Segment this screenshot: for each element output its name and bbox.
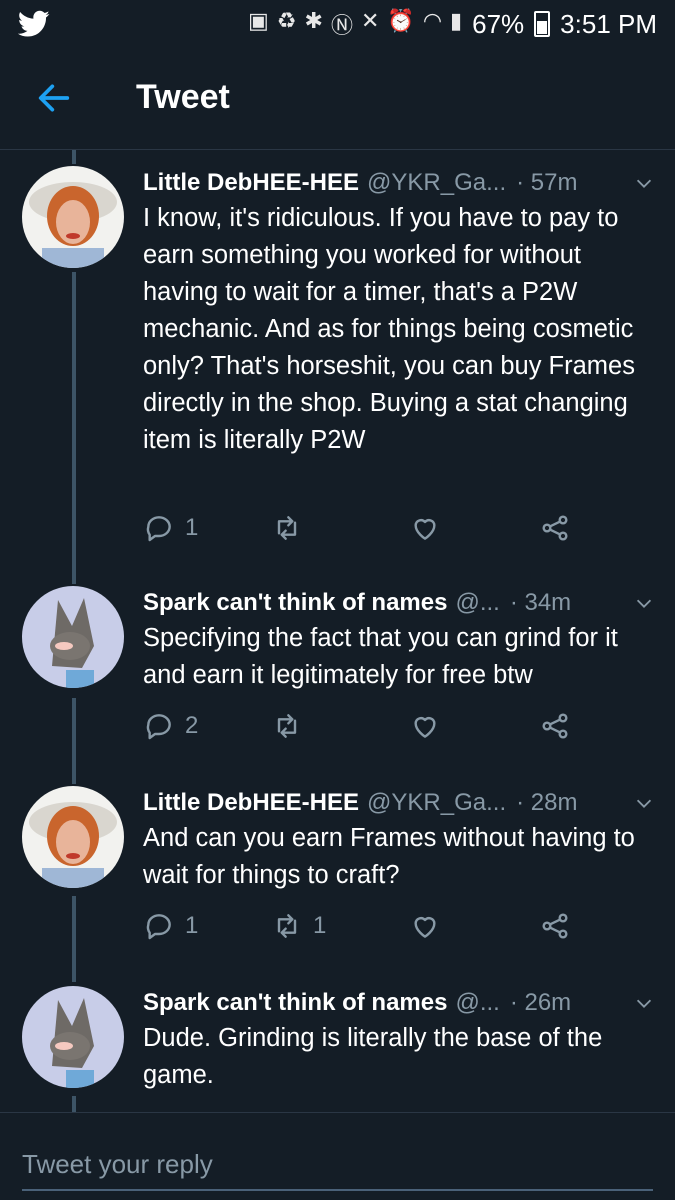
chevron-down-icon[interactable]: [633, 792, 655, 814]
author-handle[interactable]: @...: [455, 989, 499, 1017]
avatar[interactable]: [22, 586, 124, 688]
reply-input[interactable]: [22, 1139, 653, 1191]
tweet-time: · 57m: [516, 169, 578, 196]
status-bar: ▣ ♻ ✱ Ⓝ ✕ ⏰ ◠ ▮ 67% 3:51 PM: [0, 0, 675, 48]
share-icon: [542, 713, 568, 739]
avatar[interactable]: [22, 166, 124, 268]
author-name[interactable]: Spark can't think of names: [143, 589, 447, 617]
reply-bar: [0, 1112, 675, 1200]
retweet-count: 1: [313, 912, 327, 939]
tweet[interactable]: Little DebHEE-HEE @YKR_Ga... · 28m And c…: [0, 786, 675, 966]
retweet-icon: [277, 714, 297, 738]
retweet-button[interactable]: [271, 710, 313, 742]
share-icon: [542, 515, 568, 541]
alarm-icon: ⏰: [387, 8, 415, 33]
share-icon: [542, 913, 568, 939]
signal-icon: ▮: [450, 8, 463, 33]
retweet-button[interactable]: 1: [271, 910, 326, 942]
author-handle[interactable]: @YKR_Ga...: [367, 169, 506, 197]
author-name[interactable]: Little DebHEE-HEE: [143, 169, 359, 197]
tweet-header: Spark can't think of names @... · 34m: [143, 586, 655, 620]
status-time: 3:51 PM: [560, 8, 657, 39]
tweet-header: Spark can't think of names @... · 26m: [143, 986, 655, 1020]
battery-percent: 67%: [472, 8, 525, 39]
tweet-time: · 26m: [509, 989, 572, 1016]
reply-icon: [146, 516, 171, 542]
tweet-text: Dude. Grinding is literally the base of …: [143, 1024, 603, 1089]
chevron-down-icon[interactable]: [633, 172, 655, 194]
tweet-header: Little DebHEE-HEE @YKR_Ga... · 28m: [143, 786, 655, 820]
thread-line: [72, 150, 76, 164]
tweet-text: I know, it's ridiculous. If you have to …: [143, 204, 635, 454]
tweet[interactable]: Little DebHEE-HEE @YKR_Ga... · 57m I kno…: [0, 166, 675, 566]
tweet[interactable]: Spark can't think of names @... · 34m Sp…: [0, 586, 675, 766]
save-icon: ▣: [247, 8, 269, 33]
battery-icon: [534, 11, 551, 37]
nfc-icon: Ⓝ: [330, 13, 353, 38]
reply-icon: [146, 714, 171, 740]
heart-icon: [414, 917, 436, 938]
heart-icon: [414, 519, 436, 540]
avatar[interactable]: [22, 786, 124, 888]
like-button[interactable]: [409, 512, 441, 544]
tweet-actions: 1 1: [143, 910, 623, 950]
tweet-text: Specifying the fact that you can grind f…: [143, 624, 618, 689]
reply-count: 2: [185, 712, 199, 739]
back-arrow-icon[interactable]: [34, 78, 74, 118]
reply-count: 1: [185, 514, 199, 541]
page-title: Tweet: [136, 78, 230, 116]
twitter-icon: [18, 10, 50, 37]
author-name[interactable]: Little DebHEE-HEE: [143, 789, 359, 817]
tweet[interactable]: Spark can't think of names @... · 26m Du…: [0, 986, 675, 1106]
share-button[interactable]: [539, 512, 571, 544]
retweet-button[interactable]: [271, 512, 313, 544]
tweet-time: · 28m: [516, 789, 578, 816]
wifi-icon: ◠: [422, 8, 443, 33]
reply-button[interactable]: 2: [143, 710, 198, 742]
bluetooth-icon: ✱: [304, 8, 323, 33]
author-handle[interactable]: @...: [455, 589, 499, 617]
avatar[interactable]: [22, 986, 124, 1088]
reply-button[interactable]: 1: [143, 910, 198, 942]
tweet-actions: 1: [143, 512, 623, 552]
like-button[interactable]: [409, 910, 441, 942]
app-bar: Tweet: [0, 48, 675, 150]
retweet-icon: [277, 516, 297, 540]
retweet-icon: [277, 914, 297, 938]
recycle-icon: ♻: [276, 8, 297, 33]
reply-count: 1: [185, 912, 199, 939]
tweet-text: And can you earn Frames without having t…: [143, 824, 635, 889]
reply-button[interactable]: 1: [143, 512, 198, 544]
author-handle[interactable]: @YKR_Ga...: [367, 789, 506, 817]
reply-icon: [146, 914, 171, 940]
heart-icon: [414, 717, 436, 738]
like-button[interactable]: [409, 710, 441, 742]
tweet-header: Little DebHEE-HEE @YKR_Ga... · 57m: [143, 166, 655, 200]
share-button[interactable]: [539, 710, 571, 742]
author-name[interactable]: Spark can't think of names: [143, 989, 447, 1017]
mute-icon: ✕: [360, 8, 380, 33]
tweet-actions: 2: [143, 710, 623, 750]
share-button[interactable]: [539, 910, 571, 942]
tweet-time: · 34m: [509, 589, 572, 616]
chevron-down-icon[interactable]: [633, 592, 655, 614]
chevron-down-icon[interactable]: [633, 992, 655, 1014]
